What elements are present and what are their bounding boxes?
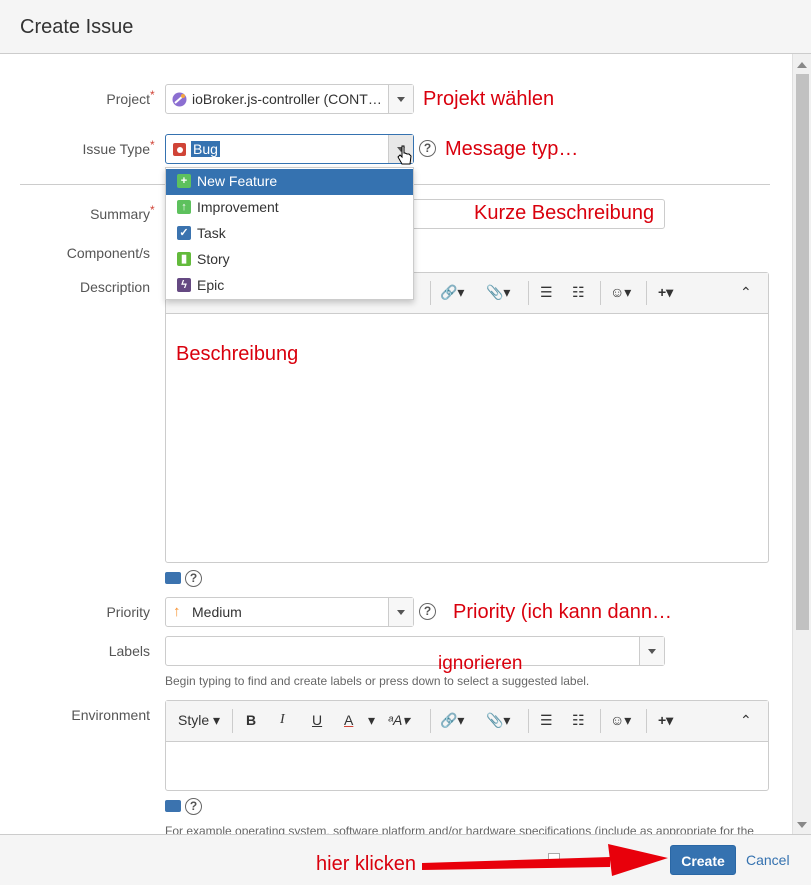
insert-more-icon[interactable]: +▾: [658, 284, 673, 301]
environment-label: Environment: [71, 707, 150, 723]
annotation-summary: Kurze Beschreibung: [474, 202, 655, 224]
issue-type-dropdown-list: + New Feature ↑ Improvement ✓ Task ▮ Sto…: [165, 167, 414, 300]
chevron-down-icon: [397, 610, 405, 615]
cancel-button[interactable]: Cancel: [746, 852, 790, 868]
project-dropdown-button[interactable]: [388, 85, 413, 113]
scrollbar-thumb[interactable]: [796, 74, 809, 630]
issue-type-label: Issue Type: [82, 141, 150, 157]
bookmark-icon: ▮: [177, 252, 191, 266]
collapse-toolbar-icon[interactable]: ⌃: [740, 712, 752, 729]
annotation-project: Projekt wählen: [423, 88, 555, 110]
dialog-title: Create Issue: [20, 16, 134, 38]
bug-icon: [173, 143, 186, 156]
priority-select[interactable]: ↑ Medium: [165, 597, 414, 627]
option-new-feature[interactable]: + New Feature: [166, 169, 413, 195]
annotation-priority: Priority (ich kann dann…: [453, 601, 672, 623]
numbered-list-icon[interactable]: ☷: [572, 712, 585, 729]
wiki-markup-icon[interactable]: [165, 800, 181, 812]
chevron-down-icon: [648, 649, 656, 654]
project-select[interactable]: ioBroker.js-controller (CONT…: [165, 84, 414, 114]
wiki-markup-icon[interactable]: [165, 572, 181, 584]
help-icon[interactable]: ?: [185, 570, 202, 587]
labels-dropdown-button[interactable]: [639, 637, 664, 665]
bullet-list-icon[interactable]: ☰: [540, 284, 553, 301]
scroll-down-icon[interactable]: [797, 822, 807, 828]
required-marker: *: [150, 203, 155, 217]
plus-icon: +: [177, 174, 191, 188]
description-label: Description: [79, 279, 150, 295]
priority-label: Priority: [106, 604, 150, 620]
help-icon[interactable]: ?: [419, 140, 436, 157]
issue-type-value[interactable]: Bug: [191, 141, 220, 157]
hand-cursor-icon: [397, 145, 412, 165]
annotation-description: Beschreibung: [176, 343, 299, 365]
create-button[interactable]: Create: [670, 845, 736, 875]
scroll-up-icon[interactable]: [797, 62, 807, 68]
bullet-list-icon[interactable]: ☰: [540, 712, 553, 729]
required-marker: *: [150, 88, 155, 102]
summary-label: Summary: [90, 206, 150, 222]
annotation-footer: hier klicken: [316, 853, 417, 875]
environment-editor[interactable]: Style ▾ B I U A ▾ ᵃA▾ 🔗▾ 📎▾ ☰ ☷ ☺▾ +▾ ⌃: [165, 700, 769, 791]
issue-type-select[interactable]: Bug: [165, 134, 414, 165]
more-formatting-icon[interactable]: ᵃA▾: [388, 712, 409, 729]
numbered-list-icon[interactable]: ☷: [572, 284, 585, 301]
bold-icon[interactable]: B: [246, 712, 256, 728]
annotation-labels: ignorieren: [438, 653, 523, 674]
priority-value: Medium: [192, 604, 242, 620]
project-label: Project: [106, 91, 150, 107]
project-avatar-icon: [172, 92, 187, 107]
component-label: Component/s: [66, 245, 150, 261]
chevron-down-icon: [397, 97, 405, 102]
environment-toolbar: Style ▾ B I U A ▾ ᵃA▾ 🔗▾ 📎▾ ☰ ☷ ☺▾ +▾ ⌃: [166, 701, 768, 742]
scrollbar[interactable]: [792, 54, 811, 834]
priority-dropdown-button[interactable]: [388, 598, 413, 626]
italic-icon[interactable]: I: [280, 712, 285, 728]
labels-input[interactable]: [165, 636, 665, 666]
lightning-icon: ϟ: [177, 278, 191, 292]
style-dropdown[interactable]: Style ▾: [178, 712, 220, 729]
arrow-annotation: [422, 844, 668, 876]
attachment-icon[interactable]: 📎▾: [486, 284, 510, 301]
annotation-issue-type: Message typ…: [445, 138, 579, 160]
help-icon[interactable]: ?: [185, 798, 202, 815]
option-improvement[interactable]: ↑ Improvement: [166, 195, 413, 221]
option-task[interactable]: ✓ Task: [166, 221, 413, 247]
emoticon-icon[interactable]: ☺▾: [610, 712, 631, 729]
emoticon-icon[interactable]: ☺▾: [610, 284, 631, 301]
priority-medium-icon: ↑: [173, 603, 181, 620]
link-icon[interactable]: 🔗▾: [440, 284, 464, 301]
check-icon: ✓: [177, 226, 191, 240]
required-marker: *: [150, 138, 155, 152]
text-color-icon[interactable]: A: [344, 712, 353, 728]
labels-label: Labels: [108, 643, 150, 659]
help-icon[interactable]: ?: [419, 603, 436, 620]
link-icon[interactable]: 🔗▾: [440, 712, 464, 729]
option-story[interactable]: ▮ Story: [166, 247, 413, 273]
underline-icon[interactable]: U: [312, 712, 322, 728]
project-value: ioBroker.js-controller (CONT…: [192, 91, 382, 107]
insert-more-icon[interactable]: +▾: [658, 712, 673, 729]
labels-hint: Begin typing to find and create labels o…: [165, 674, 590, 688]
chevron-down-icon[interactable]: ▾: [368, 712, 375, 729]
description-editor[interactable]: 🔗▾ 📎▾ ☰ ☷ ☺▾ +▾ ⌃ Beschreibung: [165, 272, 769, 563]
dialog-header: Create Issue: [0, 0, 811, 54]
attachment-icon[interactable]: 📎▾: [486, 712, 510, 729]
option-epic[interactable]: ϟ Epic: [166, 273, 413, 299]
collapse-toolbar-icon[interactable]: ⌃: [740, 284, 752, 301]
arrow-up-icon: ↑: [177, 200, 191, 214]
